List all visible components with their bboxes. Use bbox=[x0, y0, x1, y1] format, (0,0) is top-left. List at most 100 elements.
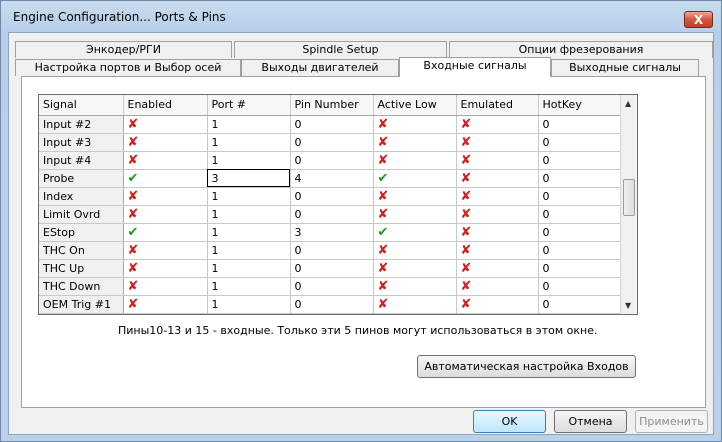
tab-output-signals[interactable]: Выходные сигналы bbox=[551, 59, 699, 76]
cell-active-low[interactable]: ✘ bbox=[373, 295, 457, 314]
table-row[interactable]: EStop ✔ 1 3 ✔ ✘ 0 bbox=[39, 223, 622, 242]
tab-encoder[interactable]: Энкодер/РГИ bbox=[15, 41, 232, 58]
table-row[interactable]: OEM Trig #1 ✘ 1 0 ✘ ✘ 0 bbox=[39, 295, 622, 314]
cell-port[interactable]: 1 bbox=[207, 151, 291, 170]
close-button[interactable]: X bbox=[684, 11, 713, 28]
tab-ports-axes[interactable]: Настройка портов и Выбор осей bbox=[15, 59, 241, 76]
col-signal[interactable]: Signal bbox=[39, 95, 124, 116]
cell-hotkey[interactable]: 0 bbox=[538, 115, 622, 134]
cell-signal[interactable]: THC Up bbox=[39, 259, 124, 278]
cell-port[interactable]: 1 bbox=[207, 133, 291, 152]
cell-enabled[interactable]: ✘ bbox=[123, 259, 208, 278]
cell-enabled[interactable]: ✘ bbox=[123, 241, 208, 260]
table-row[interactable]: Index ✘ 1 0 ✘ ✘ 0 bbox=[39, 187, 622, 206]
cell-pin[interactable]: 0 bbox=[290, 187, 374, 206]
table-row[interactable]: Probe ✔ 3 4 ✔ ✘ 0 bbox=[39, 169, 622, 188]
cell-pin[interactable]: 0 bbox=[290, 277, 374, 296]
cell-signal[interactable]: THC On bbox=[39, 241, 124, 260]
cell-hotkey[interactable]: 0 bbox=[538, 259, 622, 278]
ok-button[interactable]: OK bbox=[473, 410, 546, 433]
scroll-up-icon[interactable]: ▲ bbox=[625, 99, 631, 108]
cell-port[interactable]: 3 bbox=[207, 169, 291, 188]
col-hotkey[interactable]: HotKey bbox=[538, 95, 622, 116]
cell-pin[interactable]: 0 bbox=[290, 151, 374, 170]
scroll-down-icon[interactable]: ▼ bbox=[625, 301, 631, 310]
cell-active-low[interactable]: ✘ bbox=[373, 277, 457, 296]
cell-emulated[interactable]: ✘ bbox=[456, 187, 539, 206]
cell-port[interactable]: 1 bbox=[207, 241, 291, 260]
cell-signal[interactable]: Input #4 bbox=[39, 151, 124, 170]
cell-hotkey[interactable]: 0 bbox=[538, 277, 622, 296]
cell-port[interactable]: 1 bbox=[207, 223, 291, 242]
cell-active-low[interactable]: ✔ bbox=[373, 169, 457, 188]
tab-motor-outputs[interactable]: Выходы двигателей bbox=[241, 59, 399, 76]
tab-spindle-setup[interactable]: Spindle Setup bbox=[234, 41, 447, 58]
table-row[interactable]: Input #4 ✘ 1 0 ✘ ✘ 0 bbox=[39, 151, 622, 170]
cell-active-low[interactable]: ✘ bbox=[373, 133, 457, 152]
cell-enabled[interactable]: ✘ bbox=[123, 295, 208, 314]
cell-signal[interactable]: Probe bbox=[39, 169, 124, 188]
cell-pin[interactable]: 3 bbox=[290, 223, 374, 242]
cell-enabled[interactable]: ✘ bbox=[123, 151, 208, 170]
cell-active-low[interactable]: ✘ bbox=[373, 259, 457, 278]
cell-active-low[interactable]: ✘ bbox=[373, 187, 457, 206]
table-row[interactable]: THC Down ✘ 1 0 ✘ ✘ 0 bbox=[39, 277, 622, 296]
cell-port[interactable]: 1 bbox=[207, 115, 291, 134]
table-row[interactable]: Input #2 ✘ 1 0 ✘ ✘ 0 bbox=[39, 115, 622, 134]
cell-signal[interactable]: Input #2 bbox=[39, 115, 124, 134]
col-port[interactable]: Port # bbox=[207, 95, 291, 116]
cell-emulated[interactable]: ✘ bbox=[456, 295, 539, 314]
cell-signal[interactable]: OEM Trig #1 bbox=[39, 295, 124, 314]
cell-signal[interactable]: EStop bbox=[39, 223, 124, 242]
tab-milling-options[interactable]: Опции фрезерования bbox=[449, 41, 713, 58]
cell-port[interactable]: 1 bbox=[207, 295, 291, 314]
cell-port[interactable]: 1 bbox=[207, 259, 291, 278]
cell-pin[interactable]: 0 bbox=[290, 295, 374, 314]
cell-hotkey[interactable]: 0 bbox=[538, 241, 622, 260]
cell-pin[interactable]: 0 bbox=[290, 259, 374, 278]
cell-signal[interactable]: Index bbox=[39, 187, 124, 206]
cell-emulated[interactable]: ✘ bbox=[456, 115, 539, 134]
cell-emulated[interactable]: ✘ bbox=[456, 205, 539, 224]
cell-pin[interactable]: 0 bbox=[290, 115, 374, 134]
table-row[interactable]: Limit Ovrd ✘ 1 0 ✘ ✘ 0 bbox=[39, 205, 622, 224]
cell-pin[interactable]: 0 bbox=[290, 205, 374, 224]
cell-active-low[interactable]: ✘ bbox=[373, 151, 457, 170]
auto-setup-inputs-button[interactable]: Автоматическая настройка Входов bbox=[417, 355, 636, 378]
cell-port[interactable]: 1 bbox=[207, 277, 291, 296]
cell-active-low[interactable]: ✘ bbox=[373, 115, 457, 134]
cell-active-low[interactable]: ✘ bbox=[373, 205, 457, 224]
cell-hotkey[interactable]: 0 bbox=[538, 223, 622, 242]
input-signals-grid[interactable]: Signal Enabled Port # Pin Number Active … bbox=[38, 94, 638, 315]
apply-button[interactable]: Применить bbox=[635, 410, 708, 433]
cell-pin[interactable]: 4 bbox=[290, 169, 374, 188]
cell-enabled[interactable]: ✘ bbox=[123, 277, 208, 296]
cell-emulated[interactable]: ✘ bbox=[456, 277, 539, 296]
cell-hotkey[interactable]: 0 bbox=[538, 169, 622, 188]
cell-enabled[interactable]: ✘ bbox=[123, 205, 208, 224]
cell-emulated[interactable]: ✘ bbox=[456, 223, 539, 242]
col-active-low[interactable]: Active Low bbox=[373, 95, 457, 116]
vertical-scrollbar[interactable]: ▲ ▼ bbox=[620, 95, 637, 314]
cell-enabled[interactable]: ✔ bbox=[123, 169, 208, 188]
cell-emulated[interactable]: ✘ bbox=[456, 259, 539, 278]
cell-pin[interactable]: 0 bbox=[290, 133, 374, 152]
cell-emulated[interactable]: ✘ bbox=[456, 151, 539, 170]
cancel-button[interactable]: Отмена bbox=[554, 410, 627, 433]
cell-enabled[interactable]: ✘ bbox=[123, 187, 208, 206]
cell-pin[interactable]: 0 bbox=[290, 241, 374, 260]
col-emulated[interactable]: Emulated bbox=[456, 95, 539, 116]
cell-hotkey[interactable]: 0 bbox=[538, 151, 622, 170]
cell-hotkey[interactable]: 0 bbox=[538, 295, 622, 314]
tab-input-signals[interactable]: Входные сигналы bbox=[399, 57, 551, 77]
scroll-thumb[interactable] bbox=[623, 179, 635, 216]
cell-signal[interactable]: Limit Ovrd bbox=[39, 205, 124, 224]
cell-emulated[interactable]: ✘ bbox=[456, 133, 539, 152]
cell-enabled[interactable]: ✘ bbox=[123, 133, 208, 152]
cell-emulated[interactable]: ✘ bbox=[456, 169, 539, 188]
cell-active-low[interactable]: ✘ bbox=[373, 241, 457, 260]
col-enabled[interactable]: Enabled bbox=[123, 95, 208, 116]
cell-enabled[interactable]: ✔ bbox=[123, 223, 208, 242]
cell-hotkey[interactable]: 0 bbox=[538, 133, 622, 152]
cell-emulated[interactable]: ✘ bbox=[456, 241, 539, 260]
